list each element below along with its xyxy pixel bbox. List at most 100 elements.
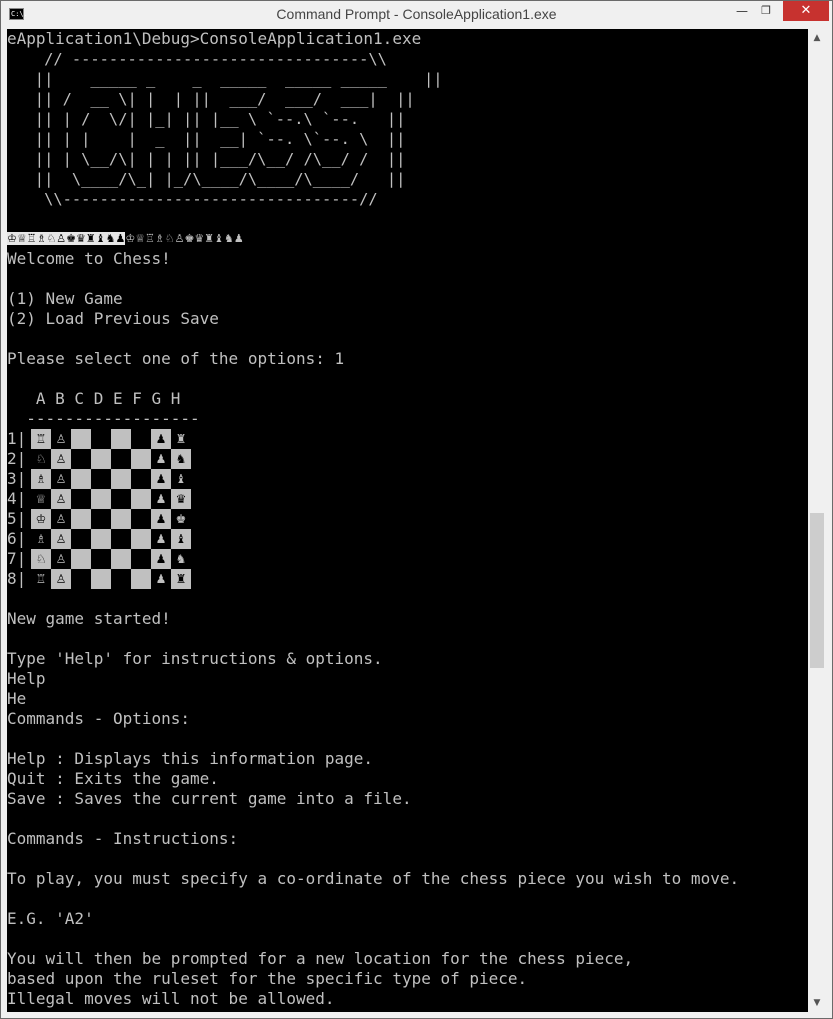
chess-square-piece: ♟ xyxy=(151,549,171,569)
instruction-line: To play, you must specify a co-ordinate … xyxy=(7,869,740,888)
chess-square xyxy=(131,489,151,509)
chess-square xyxy=(71,509,91,529)
chess-square xyxy=(91,449,111,469)
chess-square-piece: ♜ xyxy=(171,429,191,449)
board-rule: ------------------ xyxy=(7,409,200,428)
help-command-desc: Help : Displays this information page. xyxy=(7,749,374,768)
ascii-art-line: || | | | _ || __| `--. \`--. \ || xyxy=(7,130,406,148)
new-game-message: New game started! xyxy=(7,609,171,628)
chess-square-piece: ♗ xyxy=(31,469,51,489)
commands-instructions-header: Commands - Instructions: xyxy=(7,829,239,848)
chess-square-piece: ♘ xyxy=(31,549,51,569)
chess-square-piece: ♞ xyxy=(171,449,191,469)
chess-square xyxy=(111,469,131,489)
chess-square-piece: ♝ xyxy=(171,529,191,549)
pieces-plain: ♔♕♖♗♘♙♚♛♜♝♞♟ xyxy=(125,232,244,245)
chess-square-piece: ♔ xyxy=(31,509,51,529)
chess-square-piece: ♖ xyxy=(31,429,51,449)
chess-square xyxy=(131,549,151,569)
restore-button[interactable]: ❐ xyxy=(753,1,779,21)
menu-option-new-game: (1) New Game xyxy=(7,289,123,308)
chess-square-piece: ♙ xyxy=(51,529,71,549)
board-row-label: 3| xyxy=(7,469,27,488)
chess-square-piece: ♙ xyxy=(51,449,71,469)
ascii-art-line: || / __ \| | | || ___/ ___/ ___| || xyxy=(7,90,415,108)
scrollbar-thumb[interactable] xyxy=(810,513,824,668)
commands-options-header: Commands - Options: xyxy=(7,709,191,728)
board-row-label: 5| xyxy=(7,509,27,528)
chess-square xyxy=(111,429,131,449)
chess-square xyxy=(71,449,91,469)
chess-square-piece: ♝ xyxy=(171,469,191,489)
user-input-line: Help xyxy=(7,669,46,688)
chess-square-piece: ♙ xyxy=(51,509,71,529)
chess-square xyxy=(91,489,111,509)
command-prompt-window: C:\. Command Prompt - ConsoleApplication… xyxy=(0,0,833,1019)
title-bar[interactable]: C:\. Command Prompt - ConsoleApplication… xyxy=(1,1,832,29)
chess-square xyxy=(131,569,151,589)
ascii-art-line: // --------------------------------\\ xyxy=(7,50,387,68)
chess-square xyxy=(71,469,91,489)
chess-square xyxy=(71,549,91,569)
ascii-art-line: \\--------------------------------// xyxy=(7,190,378,208)
chess-square xyxy=(111,509,131,529)
chess-square xyxy=(111,529,131,549)
chess-pieces-line: ♔♕♖♗♘♙♚♛♜♝♞♟♔♕♖♗♘♙♚♛♜♝♞♟ xyxy=(7,229,244,249)
chess-square xyxy=(111,489,131,509)
chess-square xyxy=(91,569,111,589)
chess-square xyxy=(91,429,111,449)
chess-square-piece: ♟ xyxy=(151,569,171,589)
menu-option-load-save: (2) Load Previous Save xyxy=(7,309,219,328)
chess-square-piece: ♟ xyxy=(151,529,171,549)
chess-square xyxy=(71,489,91,509)
chess-square-piece: ♘ xyxy=(31,449,51,469)
chess-square xyxy=(131,449,151,469)
save-command-desc: Save : Saves the current game into a fil… xyxy=(7,789,412,808)
chess-square-piece: ♟ xyxy=(151,449,171,469)
chess-square-piece: ♙ xyxy=(51,469,71,489)
instruction-line: Illegal moves will not be allowed. xyxy=(7,989,335,1008)
select-option-prompt: Please select one of the options: 1 xyxy=(7,349,345,368)
board-row-label: 8| xyxy=(7,569,27,588)
ascii-art-line: || | \__/\| | | || |___/\__/ /\__/ / || xyxy=(7,150,406,168)
board-row-label: 4| xyxy=(7,489,27,508)
minimize-button[interactable]: — xyxy=(729,1,755,21)
chess-square-piece: ♗ xyxy=(31,529,51,549)
instruction-line: You will then be prompted for a new loca… xyxy=(7,949,634,968)
window-title: Command Prompt - ConsoleApplication1.exe xyxy=(276,6,557,22)
help-hint: Type 'Help' for instructions & options. xyxy=(7,649,383,668)
chess-square-piece: ♛ xyxy=(171,489,191,509)
user-input-line: He xyxy=(7,689,27,708)
chess-square-piece: ♜ xyxy=(171,569,191,589)
pieces-highlighted: ♔♕♖♗♘♙♚♛♜♝♞♟ xyxy=(7,232,126,245)
ascii-art-line: || \____/\_| |_/\____/\____/\____/ || xyxy=(7,170,406,188)
console-output[interactable]: eApplication1\Debug>ConsoleApplication1.… xyxy=(7,29,808,1012)
chess-square-piece: ♞ xyxy=(171,549,191,569)
chess-square xyxy=(131,529,151,549)
chess-square xyxy=(111,549,131,569)
ascii-art-line: || | / \/| |_| || |__ \ `--.\ `--. || xyxy=(7,110,406,128)
chess-board: ♖ ♙ ♟ ♜ ♘ ♙ ♟ ♞ ♗ ♙ ♟ ♝ ♕ ♙ ♟ ♛ ♔ ♙ ♟ ♚ ♗ ♙ ♟ ♝ ♘ ♙ ♟ ♞ ♖ ♙ ♟ ♜ xyxy=(31,429,191,589)
vertical-scrollbar[interactable]: ▲ ▼ xyxy=(808,29,826,1012)
chess-square xyxy=(131,429,151,449)
close-button[interactable]: ✕ xyxy=(783,1,829,21)
chess-square xyxy=(71,529,91,549)
scroll-down-arrow-icon[interactable]: ▼ xyxy=(808,994,826,1012)
chess-square xyxy=(71,429,91,449)
chess-square-piece: ♙ xyxy=(51,489,71,509)
chess-square-piece: ♙ xyxy=(51,549,71,569)
chess-square xyxy=(111,449,131,469)
chess-square-piece: ♖ xyxy=(31,569,51,589)
chess-square-piece: ♟ xyxy=(151,509,171,529)
chess-square-piece: ♙ xyxy=(51,429,71,449)
chess-square xyxy=(91,469,111,489)
chess-square xyxy=(91,509,111,529)
chess-square xyxy=(71,569,91,589)
chess-square xyxy=(131,509,151,529)
board-row-label: 1| xyxy=(7,429,27,448)
scroll-up-arrow-icon[interactable]: ▲ xyxy=(808,29,826,47)
chess-square xyxy=(111,569,131,589)
chess-square xyxy=(131,469,151,489)
board-column-header: A B C D E F G H xyxy=(7,389,181,408)
chess-square xyxy=(91,529,111,549)
